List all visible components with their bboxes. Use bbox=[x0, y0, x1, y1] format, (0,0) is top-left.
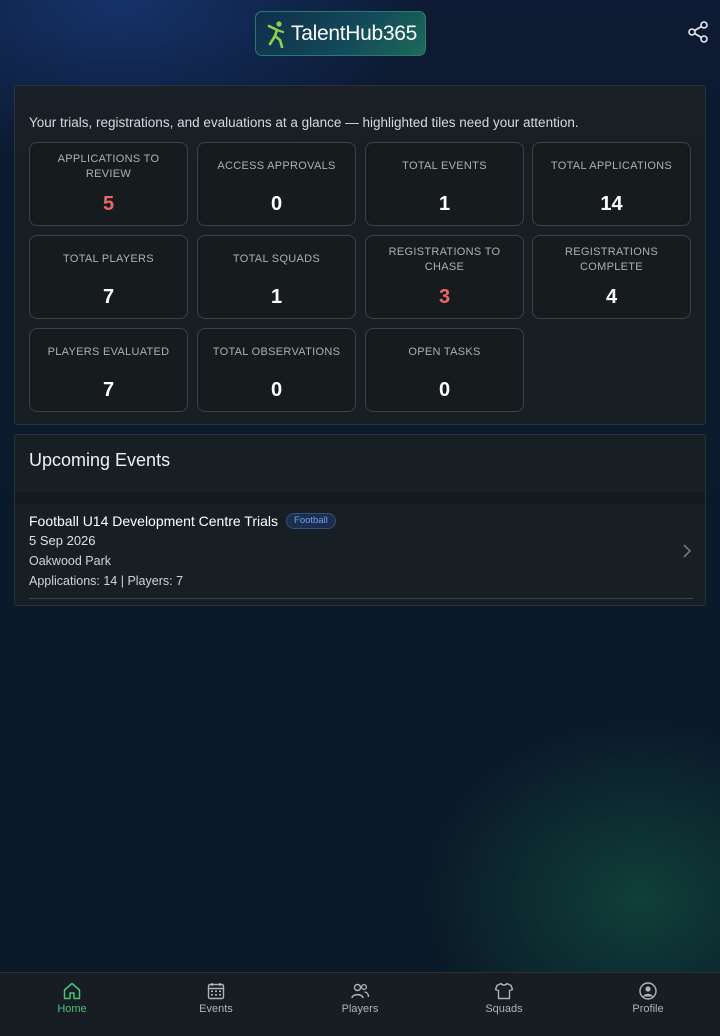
nav-label: Profile bbox=[632, 1003, 664, 1015]
event-date: 5 Sep 2026 bbox=[29, 533, 96, 548]
nav-label: Home bbox=[57, 1003, 87, 1015]
tile-players-evaluated[interactable]: PLAYERS EVALUATED 7 bbox=[29, 328, 188, 412]
upcoming-events-panel: Upcoming Events Football U14 Development… bbox=[14, 434, 706, 606]
profile-icon bbox=[639, 982, 657, 1000]
tile-value: 7 bbox=[102, 379, 115, 401]
tile-value: 1 bbox=[270, 286, 283, 308]
tile-access-approvals[interactable]: ACCESS APPROVALS 0 bbox=[197, 142, 356, 226]
bottom-navigation: Home Events Players Squads Profile bbox=[0, 972, 720, 1036]
nav-item-players[interactable]: Players bbox=[288, 973, 432, 1036]
tile-label: APPLICATIONS TO REVIEW bbox=[57, 153, 160, 180]
event-title-row: Football U14 Development Centre Trials F… bbox=[29, 513, 693, 529]
tile-value: 1 bbox=[438, 193, 451, 215]
event-sport-badge: Football bbox=[286, 513, 336, 529]
tile-label: TOTAL OBSERVATIONS bbox=[212, 346, 341, 358]
tile-label: PLAYERS EVALUATED bbox=[47, 346, 170, 358]
tile-value: 0 bbox=[270, 379, 283, 401]
tile-open-tasks[interactable]: OPEN TASKS 0 bbox=[365, 328, 524, 412]
tile-value: 0 bbox=[270, 193, 283, 215]
tile-value: 5 bbox=[102, 193, 115, 215]
app-logo[interactable]: TalentHub365 bbox=[255, 11, 426, 56]
tile-total-squads[interactable]: TOTAL SQUADS 1 bbox=[197, 235, 356, 319]
app-header: TalentHub365 bbox=[0, 0, 720, 70]
tile-label: TOTAL SQUADS bbox=[232, 253, 321, 265]
nav-label: Squads bbox=[485, 1003, 523, 1015]
tile-label: REGISTRATIONS COMPLETE bbox=[565, 246, 658, 273]
dashboard-stats-panel: Your trials, registrations, and evaluati… bbox=[14, 85, 706, 425]
tile-registrations-complete[interactable]: REGISTRATIONS COMPLETE 4 bbox=[532, 235, 691, 319]
tile-label: REGISTRATIONS TO CHASE bbox=[388, 246, 501, 273]
event-stats: Applications: 14 | Players: 7 bbox=[29, 574, 184, 588]
tile-total-applications[interactable]: TOTAL APPLICATIONS 14 bbox=[532, 142, 691, 226]
app-logo-text: TalentHub365 bbox=[291, 21, 417, 45]
tile-applications-to-review[interactable]: APPLICATIONS TO REVIEW 5 bbox=[29, 142, 188, 226]
tile-value: 14 bbox=[600, 193, 623, 215]
tile-label: ACCESS APPROVALS bbox=[217, 160, 336, 172]
tile-total-players[interactable]: TOTAL PLAYERS 7 bbox=[29, 235, 188, 319]
tile-value: 4 bbox=[605, 286, 618, 308]
upcoming-events-title: Upcoming Events bbox=[29, 450, 171, 470]
tile-label: TOTAL EVENTS bbox=[402, 160, 487, 172]
events-divider bbox=[15, 492, 705, 504]
tile-registrations-to-chase[interactable]: REGISTRATIONS TO CHASE 3 bbox=[365, 235, 524, 319]
nav-item-events[interactable]: Events bbox=[144, 973, 288, 1036]
tile-label: TOTAL APPLICATIONS bbox=[550, 160, 673, 172]
tile-total-events[interactable]: TOTAL EVENTS 1 bbox=[365, 142, 524, 226]
event-venue: Oakwood Park bbox=[29, 554, 111, 568]
tile-value: 7 bbox=[102, 286, 115, 308]
shirt-icon bbox=[494, 982, 514, 1000]
nav-label: Players bbox=[341, 1003, 379, 1015]
nav-item-profile[interactable]: Profile bbox=[576, 973, 720, 1036]
nav-item-home[interactable]: Home bbox=[0, 973, 144, 1036]
event-list-item[interactable]: Football U14 Development Centre Trials F… bbox=[29, 513, 693, 599]
home-icon bbox=[63, 982, 81, 1000]
tile-value: 0 bbox=[438, 379, 451, 401]
event-title: Football U14 Development Centre Trials bbox=[29, 513, 279, 529]
tile-label: OPEN TASKS bbox=[408, 346, 481, 358]
calendar-icon bbox=[207, 983, 225, 1000]
chevron-right-icon bbox=[683, 544, 692, 558]
nav-label: Events bbox=[199, 1003, 233, 1015]
athlete-logo-icon bbox=[267, 20, 285, 48]
users-icon bbox=[351, 983, 370, 999]
nav-item-squads[interactable]: Squads bbox=[432, 973, 576, 1036]
dashboard-intro-text: Your trials, registrations, and evaluati… bbox=[29, 115, 579, 130]
tile-label: TOTAL PLAYERS bbox=[63, 253, 154, 265]
share-icon[interactable] bbox=[686, 20, 710, 44]
tile-value: 3 bbox=[438, 286, 451, 308]
tile-total-observations[interactable]: TOTAL OBSERVATIONS 0 bbox=[197, 328, 356, 412]
